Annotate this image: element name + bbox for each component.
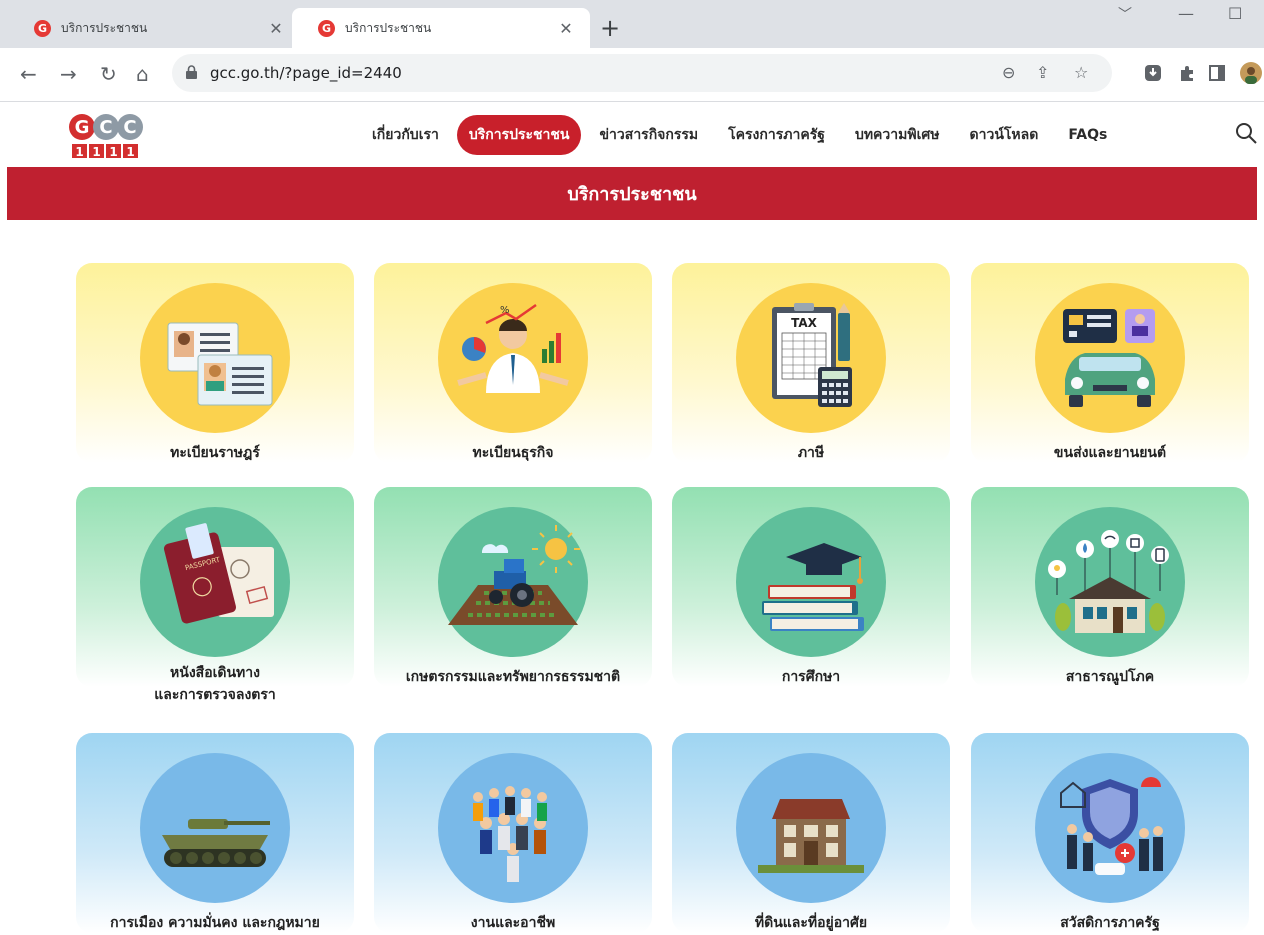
url-text: gcc.go.th/?page_id=2440 — [210, 64, 402, 82]
site-header: G C C 1 1 1 1 เกี่ยวกับเรา บริการประชาชน… — [0, 103, 1264, 165]
download-extension-icon[interactable] — [1144, 64, 1162, 82]
browser-tab-active[interactable]: G บริการประชาชน ✕ — [292, 8, 590, 48]
svg-text:1: 1 — [126, 145, 134, 159]
address-toolbar: ← → ↻ ⌂ gcc.go.th/?page_id=2440 ⊖ ⇪ ☆ — [0, 48, 1264, 102]
service-label: หนังสือเดินทาง — [170, 665, 260, 681]
service-label: ภาษี — [797, 445, 825, 461]
service-label: สวัสดิการภาครัฐ — [1060, 915, 1160, 931]
page-title: บริการประชาชน — [567, 184, 697, 205]
service-card-politics-security-law[interactable]: การเมือง ความมั่นคง และกฎหมาย — [76, 733, 354, 933]
search-icon[interactable] — [1234, 121, 1258, 145]
side-panel-icon[interactable] — [1208, 64, 1226, 82]
nav-public-services[interactable]: บริการประชาชน — [456, 115, 582, 155]
close-tab-icon[interactable]: ✕ — [556, 19, 576, 38]
service-card-government-welfare[interactable]: สวัสดิการภาครัฐ — [971, 733, 1249, 933]
svg-text:C: C — [99, 117, 112, 138]
close-tab-icon[interactable]: ✕ — [266, 19, 286, 38]
svg-text:C: C — [123, 117, 136, 138]
tractor-icon — [438, 507, 588, 657]
svg-text:G: G — [75, 117, 90, 138]
service-label: การศึกษา — [781, 669, 841, 685]
service-label-line2: และการตรวจลงตรา — [154, 687, 276, 703]
service-label: ขนส่งและยานยนต์ — [1053, 445, 1167, 461]
address-bar[interactable]: gcc.go.th/?page_id=2440 ⊖ ⇪ ☆ — [172, 54, 1112, 92]
service-label: ทะเบียนธุรกิจ — [472, 445, 554, 461]
tab-title: บริการประชาชน — [61, 20, 148, 35]
service-label: งานและอาชีพ — [470, 915, 556, 931]
workers-icon — [438, 753, 588, 903]
tab-title: บริการประชาชน — [345, 20, 432, 35]
service-card-civil-registration[interactable]: ทะเบียนราษฎร์ — [76, 263, 354, 463]
tank-icon — [140, 753, 290, 903]
minimize-icon[interactable]: — — [1178, 4, 1194, 23]
service-label: การเมือง ความมั่นคง และกฎหมาย — [110, 915, 320, 931]
service-label: เกษตรกรรมและทรัพยากรธรรมชาติ — [405, 669, 621, 685]
nav-news[interactable]: ข่าวสารกิจกรรม — [587, 115, 710, 155]
svg-text:%: % — [500, 305, 510, 316]
share-icon[interactable]: ⇪ — [1036, 63, 1049, 82]
nav-gov-projects[interactable]: โครงการภาครัฐ — [716, 115, 837, 155]
profile-avatar[interactable] — [1240, 62, 1262, 84]
service-label: สาธารณูปโภค — [1065, 669, 1155, 685]
passport-icon: PASSPORT — [140, 507, 290, 657]
service-card-education[interactable]: การศึกษา — [672, 487, 950, 687]
svg-text:TAX: TAX — [791, 316, 818, 330]
zoom-icon[interactable]: ⊖ — [1002, 63, 1015, 82]
service-card-utilities[interactable]: สาธารณูปโภค — [971, 487, 1249, 687]
service-card-passport-visa[interactable]: PASSPORT หนังสือเดินทาง และการตรวจลงตรา — [76, 487, 354, 703]
tax-document-icon: TAX — [736, 283, 886, 433]
svg-text:1: 1 — [109, 145, 117, 159]
maximize-icon[interactable]: ☐ — [1228, 4, 1242, 23]
welfare-shield-icon — [1035, 753, 1185, 903]
car-icon — [1035, 283, 1185, 433]
lock-icon — [186, 65, 197, 79]
service-card-agriculture[interactable]: เกษตรกรรมและทรัพยากรธรรมชาติ — [374, 487, 652, 687]
main-nav: เกี่ยวกับเรา บริการประชาชน ข่าวสารกิจกรร… — [360, 115, 1125, 155]
gcc-favicon-icon: G — [34, 19, 51, 37]
books-icon — [736, 507, 886, 657]
browser-tab[interactable]: G บริการประชาชน ✕ — [8, 8, 300, 48]
svg-text:1: 1 — [75, 145, 83, 159]
service-card-transport-vehicles[interactable]: ขนส่งและยานยนต์ — [971, 263, 1249, 463]
new-tab-plus-icon[interactable]: + — [600, 14, 620, 42]
service-card-land-housing[interactable]: ที่ดินและที่อยู่อาศัย — [672, 733, 950, 933]
service-label: ทะเบียนราษฎร์ — [170, 445, 260, 461]
tab-search-chevron-icon[interactable]: ﹀ — [1118, 4, 1132, 24]
reload-icon[interactable]: ↻ — [100, 62, 117, 86]
business-man-icon: % — [438, 283, 588, 433]
service-card-jobs-careers[interactable]: งานและอาชีพ — [374, 733, 652, 933]
back-arrow-icon[interactable]: ← — [20, 62, 37, 86]
extensions-puzzle-icon[interactable] — [1178, 64, 1196, 82]
home-icon[interactable]: ⌂ — [136, 62, 149, 86]
house-utilities-icon — [1035, 507, 1185, 657]
id-cards-icon — [140, 283, 290, 433]
service-card-tax[interactable]: TAX ภาษี — [672, 263, 950, 463]
bookmark-star-icon[interactable]: ☆ — [1074, 63, 1088, 82]
service-card-business-registration[interactable]: % ทะเบียนธุรกิจ — [374, 263, 652, 463]
gcc-favicon-icon: G — [318, 19, 335, 37]
nav-about[interactable]: เกี่ยวกับเรา — [360, 115, 451, 155]
nav-faqs[interactable]: FAQs — [1056, 118, 1119, 152]
service-label: ที่ดินและที่อยู่อาศัย — [754, 915, 868, 931]
browser-tab-strip: G บริการประชาชน ✕ G บริการประชาชน ✕ + ﹀ … — [0, 0, 1264, 48]
page-title-banner: บริการประชาชน — [7, 167, 1257, 220]
forward-arrow-icon[interactable]: → — [60, 62, 77, 86]
gcc-1111-logo[interactable]: G C C 1 1 1 1 — [68, 111, 148, 159]
nav-download[interactable]: ดาวน์โหลด — [958, 115, 1051, 155]
nav-articles[interactable]: บทความพิเศษ — [843, 115, 952, 155]
svg-text:1: 1 — [92, 145, 100, 159]
building-icon — [736, 753, 886, 903]
